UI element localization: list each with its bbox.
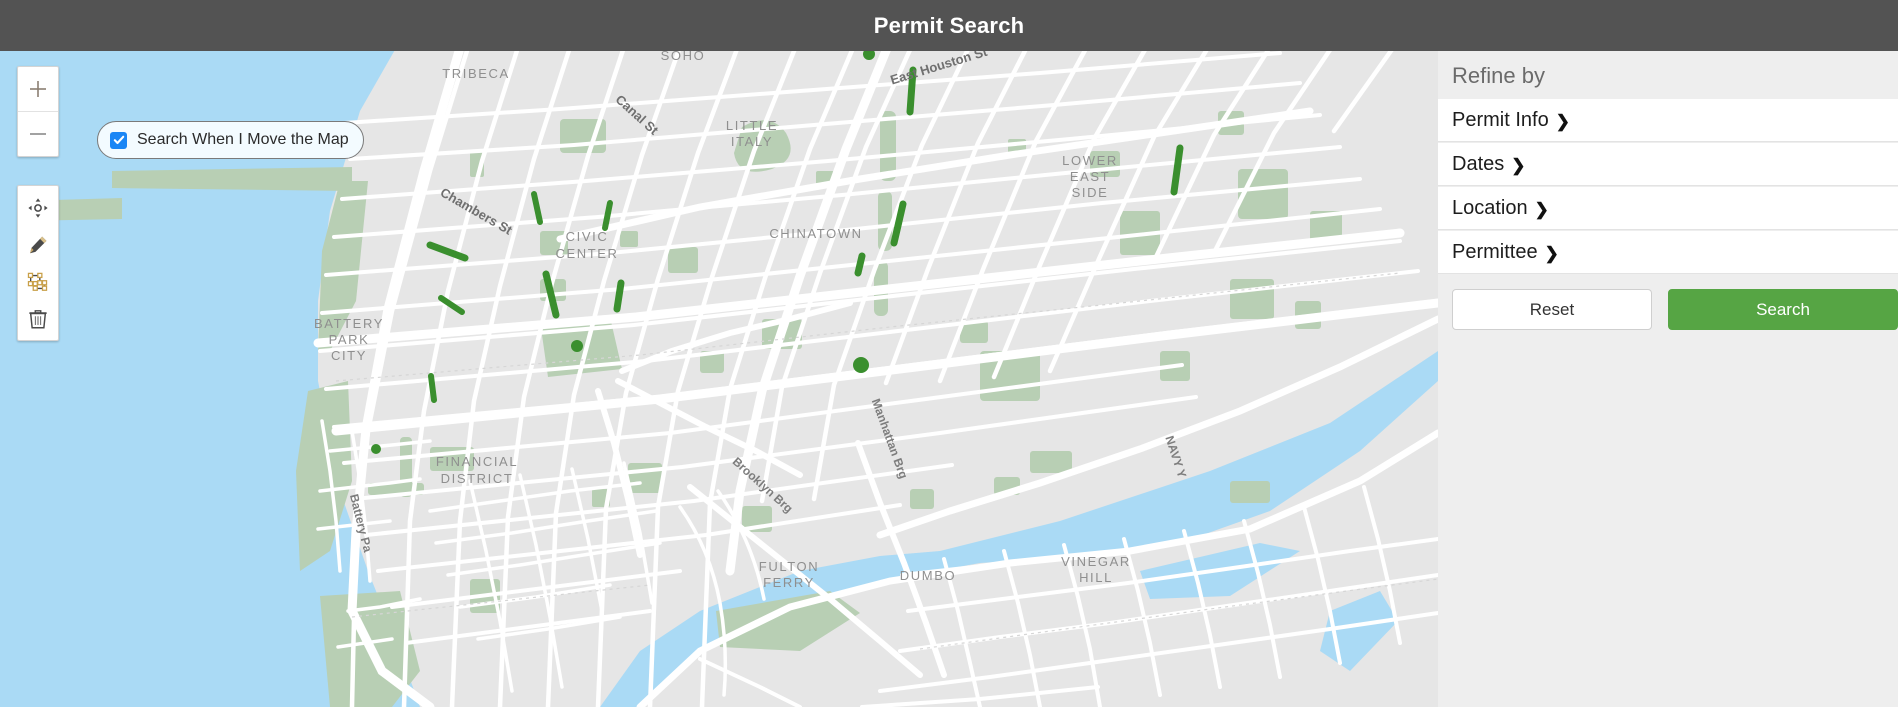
neighborhood-label: FERRY [763, 575, 815, 590]
permit-point[interactable] [571, 340, 583, 352]
neighborhood-label: CHINATOWN [769, 226, 862, 241]
map-container[interactable]: TRIBECA SOHO LITTLE ITALY CIVIC CENTER CHINATO… [0, 51, 1438, 707]
chevron-right-icon: ❯ [1544, 243, 1559, 263]
refine-item-label: Permit Info [1452, 108, 1549, 131]
select-shape-icon [27, 272, 48, 291]
pencil-icon [30, 236, 47, 253]
search-button[interactable]: Search [1668, 289, 1898, 330]
refine-item-permittee[interactable]: Permittee ❯ [1438, 231, 1898, 274]
neighborhood-label: ITALY [731, 134, 773, 149]
reset-button[interactable]: Reset [1452, 289, 1652, 330]
refine-item-label: Permittee [1452, 240, 1538, 263]
permit-point[interactable] [853, 357, 869, 373]
zoom-in-button[interactable] [18, 67, 58, 111]
app-header: Permit Search [0, 0, 1898, 51]
neighborhood-label: EAST [1070, 169, 1110, 184]
refine-item-dates[interactable]: Dates ❯ [1438, 143, 1898, 186]
select-shape-tool-button[interactable] [18, 263, 58, 300]
neighborhood-label: FINANCIAL [436, 454, 518, 469]
search-on-move-label: Search When I Move the Map [137, 131, 349, 148]
permit-segment[interactable] [613, 279, 625, 313]
neighborhood-label: FULTON [759, 559, 819, 574]
pan-tool-button[interactable] [18, 189, 58, 226]
neighborhood-label: DISTRICT [441, 471, 514, 486]
map-zoom-control [17, 66, 59, 157]
search-on-move-checkbox[interactable] [110, 131, 127, 149]
refine-actions: Reset Search [1438, 275, 1898, 330]
minus-icon [30, 133, 46, 135]
neighborhood-label: BATTERY [314, 316, 384, 331]
zoom-out-button[interactable] [18, 111, 58, 156]
pan-icon [28, 197, 48, 218]
neighborhood-label: CITY [331, 348, 367, 363]
neighborhood-label: CIVIC [566, 229, 609, 244]
refine-item-label: Location [1452, 196, 1528, 219]
refine-item-label: Dates [1452, 152, 1505, 175]
chevron-right-icon: ❯ [1511, 155, 1526, 175]
chevron-right-icon: ❯ [1555, 111, 1570, 131]
refine-item-location[interactable]: Location ❯ [1438, 187, 1898, 230]
page-title: Permit Search [873, 12, 1025, 38]
refine-panel-title: Refine by [1438, 51, 1898, 99]
permit-segment[interactable] [854, 252, 866, 277]
neighborhood-label: PARK [329, 332, 370, 347]
refine-item-permit-info[interactable]: Permit Info ❯ [1438, 99, 1898, 142]
refine-panel: Refine by Permit Info ❯ Dates ❯ Location… [1438, 51, 1898, 707]
neighborhood-label: HILL [1079, 570, 1113, 585]
permit-segment[interactable] [428, 373, 437, 403]
neighborhood-label: SIDE [1072, 185, 1109, 200]
plus-icon [30, 81, 46, 97]
search-when-i-move-toggle[interactable]: Search When I Move the Map [97, 121, 364, 159]
refine-filter-list: Permit Info ❯ Dates ❯ Location ❯ Permitt… [1438, 99, 1898, 274]
neighborhood-label: SOHO [661, 51, 706, 63]
checkmark-icon [113, 135, 124, 145]
map-draw-toolbar [17, 185, 59, 341]
delete-tool-button[interactable] [18, 300, 58, 337]
neighborhood-label: CENTER [555, 246, 618, 261]
chevron-right-icon: ❯ [1534, 199, 1549, 219]
permit-search-app: Permit Search TRIBECA SOHO LITTLE ITALY … [0, 0, 1898, 707]
draw-tool-button[interactable] [18, 226, 58, 263]
neighborhood-label: DUMBO [900, 568, 956, 583]
permit-point[interactable] [371, 444, 381, 454]
neighborhood-label: VINEGAR [1061, 554, 1131, 569]
neighborhood-label: LOWER [1062, 153, 1118, 168]
trash-icon [29, 309, 47, 328]
neighborhood-label: LITTLE [726, 118, 778, 133]
neighborhood-label: TRIBECA [442, 66, 510, 81]
